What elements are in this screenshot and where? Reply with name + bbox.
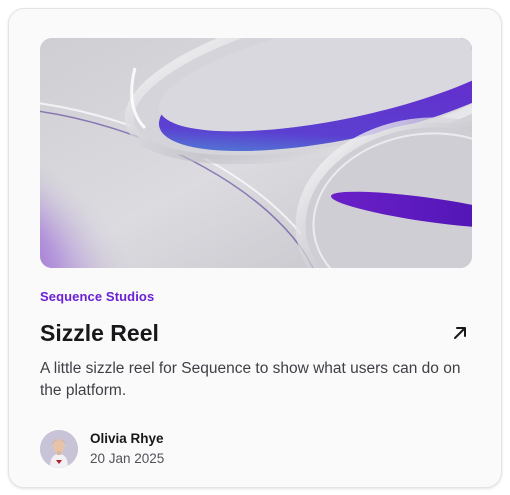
author-name: Olivia Rhye [90, 431, 164, 446]
blog-post-card[interactable]: Sequence Studios Sizzle Reel A little si… [8, 8, 502, 488]
avatar [40, 430, 78, 468]
author-portrait-image [40, 430, 78, 468]
cover-image[interactable] [40, 38, 472, 268]
post-description: A little sizzle reel for Sequence to sho… [40, 360, 461, 399]
author-info: Olivia Rhye 20 Jan 2025 [90, 429, 164, 469]
post-category[interactable]: Sequence Studios [40, 289, 154, 304]
post-date: 20 Jan 2025 [90, 451, 165, 466]
open-post-button[interactable] [448, 321, 472, 345]
author-block: Olivia Rhye 20 Jan 2025 [40, 429, 164, 469]
arrow-up-right-icon [454, 327, 466, 339]
abstract-glass-image [40, 38, 472, 268]
post-title[interactable]: Sizzle Reel [40, 317, 159, 349]
title-row[interactable]: Sizzle Reel [40, 317, 472, 349]
